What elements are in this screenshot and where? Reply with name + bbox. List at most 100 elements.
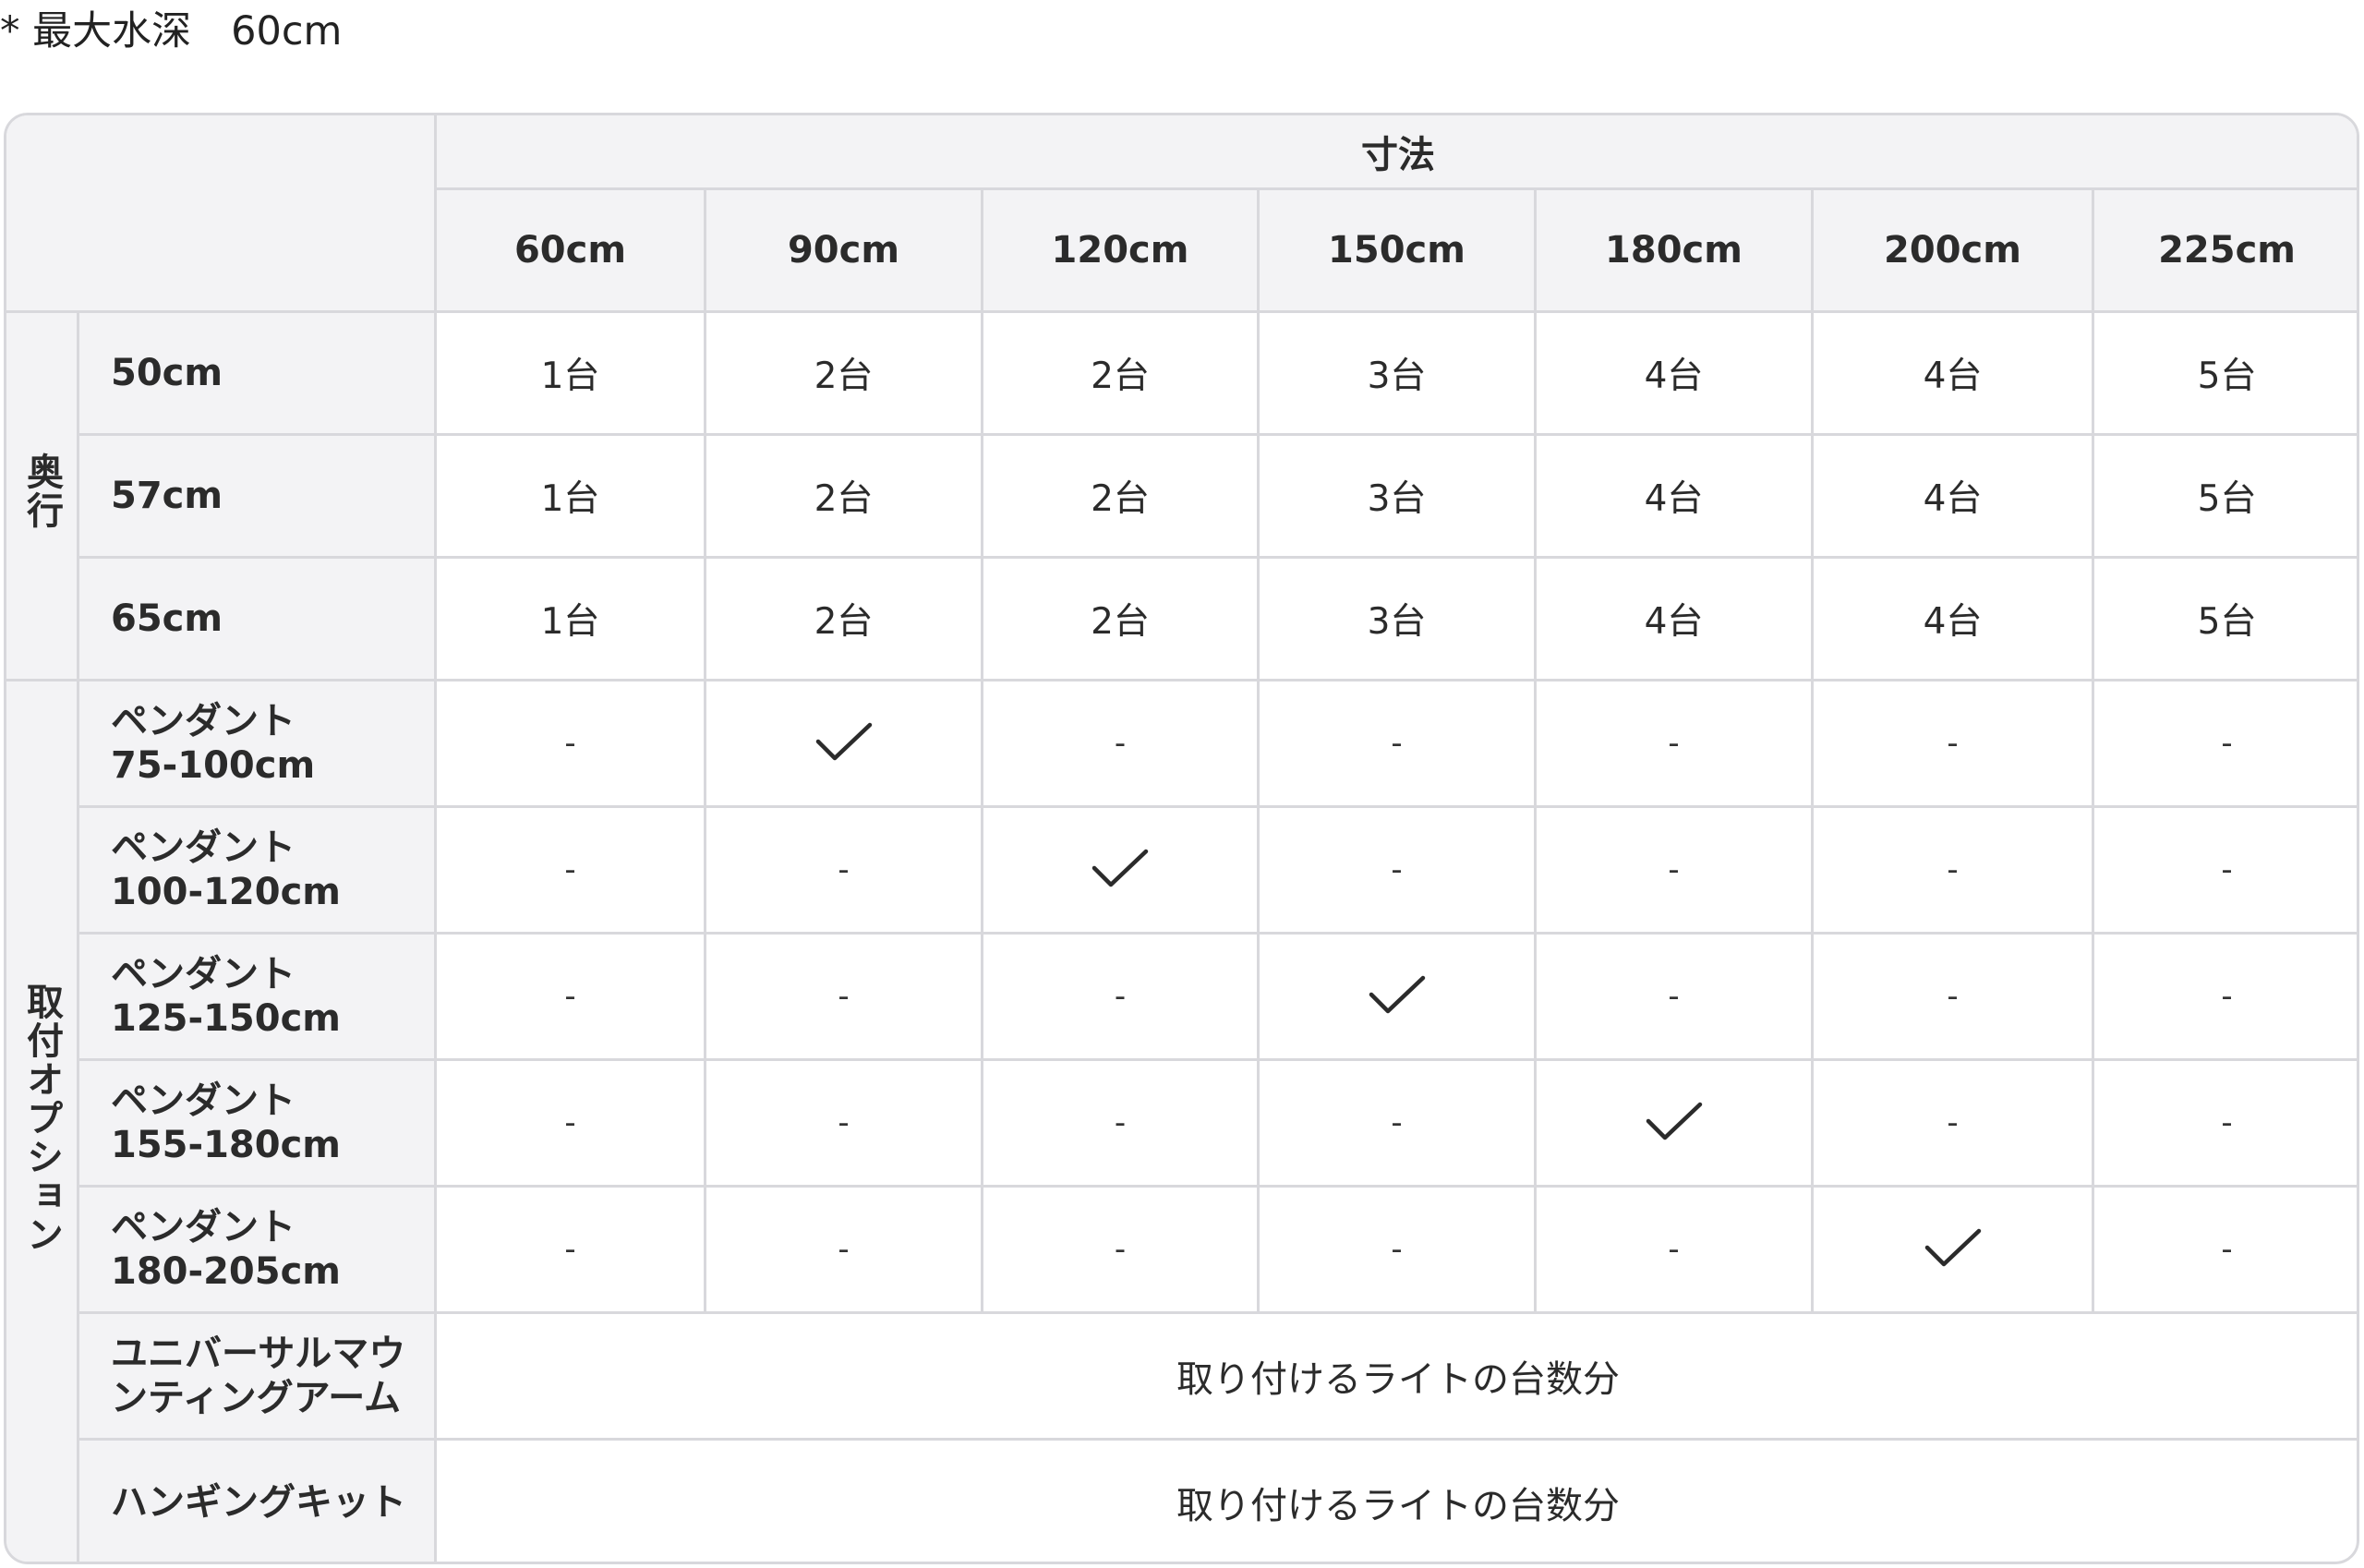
empty-cell: - <box>434 679 706 808</box>
checkmark-icon <box>815 722 872 761</box>
option-row-label: ペンダント 100-120cm <box>77 805 437 935</box>
option-row-label: ペンダント 75-100cm <box>77 679 437 808</box>
empty-cell: - <box>1811 679 2094 808</box>
empty-cell: - <box>2091 679 2357 808</box>
size-header: 225cm <box>2091 187 2357 313</box>
checkmark-icon <box>1369 975 1425 1014</box>
depth-row-label: 57cm <box>77 433 437 559</box>
size-header-title: 寸法 <box>433 115 2357 190</box>
option-label-line2: 75-100cm <box>111 744 316 787</box>
accessory-row-label: ハンギングキット <box>77 1438 437 1562</box>
empty-cell: - <box>981 1185 1260 1314</box>
count-cell: 2台 <box>704 433 983 559</box>
empty-cell: - <box>1257 679 1537 808</box>
count-cell: 1台 <box>434 310 706 436</box>
accessory-row-label: ユニバーサルマウ ンティングアーム <box>77 1311 437 1441</box>
accessory-value-cell: 取り付けるライトの台数分 <box>433 1311 2357 1441</box>
table-row: 57cm 1台 2台 2台 3台 4台 4台 5台 <box>6 433 2357 559</box>
option-label-line1: ペンダント <box>111 700 296 742</box>
empty-cell: - <box>1811 1058 2094 1188</box>
empty-cell: - <box>1534 805 1814 935</box>
check-cell <box>981 805 1260 935</box>
table-row: ペンダント 125-150cm - - - - - - <box>6 932 2357 1061</box>
table-row: ペンダント 155-180cm - - - - - - <box>6 1058 2357 1188</box>
option-label-line1: ペンダント <box>111 826 296 869</box>
empty-cell: - <box>981 1058 1260 1188</box>
option-row-label: ペンダント 180-205cm <box>77 1185 437 1314</box>
option-label-line2: 180-205cm <box>111 1250 341 1293</box>
checkmark-icon <box>1924 1228 1981 1267</box>
empty-cell: - <box>981 932 1260 1061</box>
table-row: ハンギングキット 取り付けるライトの台数分 <box>6 1438 2357 1562</box>
size-header: 90cm <box>704 187 983 313</box>
accessory-label-line2: ンティングアーム <box>111 1377 401 1419</box>
option-label-line2: 155-180cm <box>111 1124 341 1166</box>
table-row: ペンダント 100-120cm - - - - - - <box>6 805 2357 935</box>
option-label-line1: ペンダント <box>111 953 296 995</box>
empty-cell: - <box>2091 932 2357 1061</box>
count-cell: 4台 <box>1534 556 1814 681</box>
option-row-label: ペンダント 155-180cm <box>77 1058 437 1188</box>
empty-cell: - <box>1257 1058 1537 1188</box>
max-depth-note: * 最大水深 60cm <box>0 8 343 54</box>
empty-cell: - <box>1257 1185 1537 1314</box>
count-cell: 1台 <box>434 433 706 559</box>
check-cell <box>1534 1058 1814 1188</box>
size-header: 60cm <box>434 187 706 313</box>
checkmark-icon <box>1092 849 1149 887</box>
options-group-label: 取付オプション <box>6 679 79 1562</box>
check-cell <box>1811 1185 2094 1314</box>
size-header: 200cm <box>1811 187 2094 313</box>
count-cell: 3台 <box>1257 556 1537 681</box>
accessory-value-cell: 取り付けるライトの台数分 <box>433 1438 2357 1562</box>
empty-cell: - <box>1534 932 1814 1061</box>
size-header: 150cm <box>1257 187 1537 313</box>
check-cell <box>704 679 983 808</box>
check-cell <box>1257 932 1537 1061</box>
count-cell: 2台 <box>981 556 1260 681</box>
count-cell: 5台 <box>2091 433 2357 559</box>
option-label-line1: ペンダント <box>111 1206 296 1248</box>
table-row: 取付オプション ペンダント 75-100cm - - - - - - <box>6 679 2357 1562</box>
option-label-line2: 100-120cm <box>111 871 341 913</box>
count-cell: 3台 <box>1257 433 1537 559</box>
count-cell: 4台 <box>1534 310 1814 436</box>
count-cell: 3台 <box>1257 310 1537 436</box>
empty-cell: - <box>434 805 706 935</box>
count-cell: 2台 <box>981 433 1260 559</box>
empty-cell: - <box>434 1185 706 1314</box>
options-group-text: 取付オプション <box>20 983 63 1254</box>
empty-cell: - <box>704 1185 983 1314</box>
empty-cell: - <box>704 1058 983 1188</box>
checkmark-icon <box>1646 1102 1702 1140</box>
count-cell: 4台 <box>1811 556 2094 681</box>
size-header: 120cm <box>981 187 1260 313</box>
table-row: 65cm 1台 2台 2台 3台 4台 4台 5台 <box>6 556 2357 681</box>
empty-cell: - <box>1811 805 2094 935</box>
count-cell: 1台 <box>434 556 706 681</box>
count-cell: 5台 <box>2091 310 2357 436</box>
empty-cell: - <box>434 1058 706 1188</box>
empty-cell: - <box>1811 932 2094 1061</box>
empty-cell: - <box>704 932 983 1061</box>
empty-cell: - <box>434 932 706 1061</box>
empty-cell: - <box>2091 1058 2357 1188</box>
empty-cell: - <box>981 679 1260 808</box>
count-cell: 2台 <box>704 556 983 681</box>
table-row: ペンダント 180-205cm - - - - - - <box>6 1185 2357 1314</box>
option-label-line2: 125-150cm <box>111 997 341 1040</box>
empty-cell: - <box>2091 1185 2357 1314</box>
count-cell: 4台 <box>1534 433 1814 559</box>
depth-row-label: 65cm <box>77 556 437 681</box>
count-cell: 4台 <box>1811 310 2094 436</box>
option-label-line1: ペンダント <box>111 1080 296 1122</box>
depth-row-label: 50cm <box>77 310 437 436</box>
count-cell: 2台 <box>704 310 983 436</box>
empty-cell: - <box>704 805 983 935</box>
empty-cell: - <box>1257 805 1537 935</box>
table-row: ユニバーサルマウ ンティングアーム 取り付けるライトの台数分 <box>6 1311 2357 1441</box>
spec-table-container: 寸法 60cm 90cm 120cm 150cm 180cm 200cm 225cm 奥行 5… <box>4 113 2359 1564</box>
depth-group-label: 奥行 <box>6 310 79 681</box>
count-cell: 2台 <box>981 310 1260 436</box>
spec-table: 寸法 60cm 90cm 120cm 150cm 180cm 200cm 225cm 奥行 5… <box>6 115 2357 1562</box>
